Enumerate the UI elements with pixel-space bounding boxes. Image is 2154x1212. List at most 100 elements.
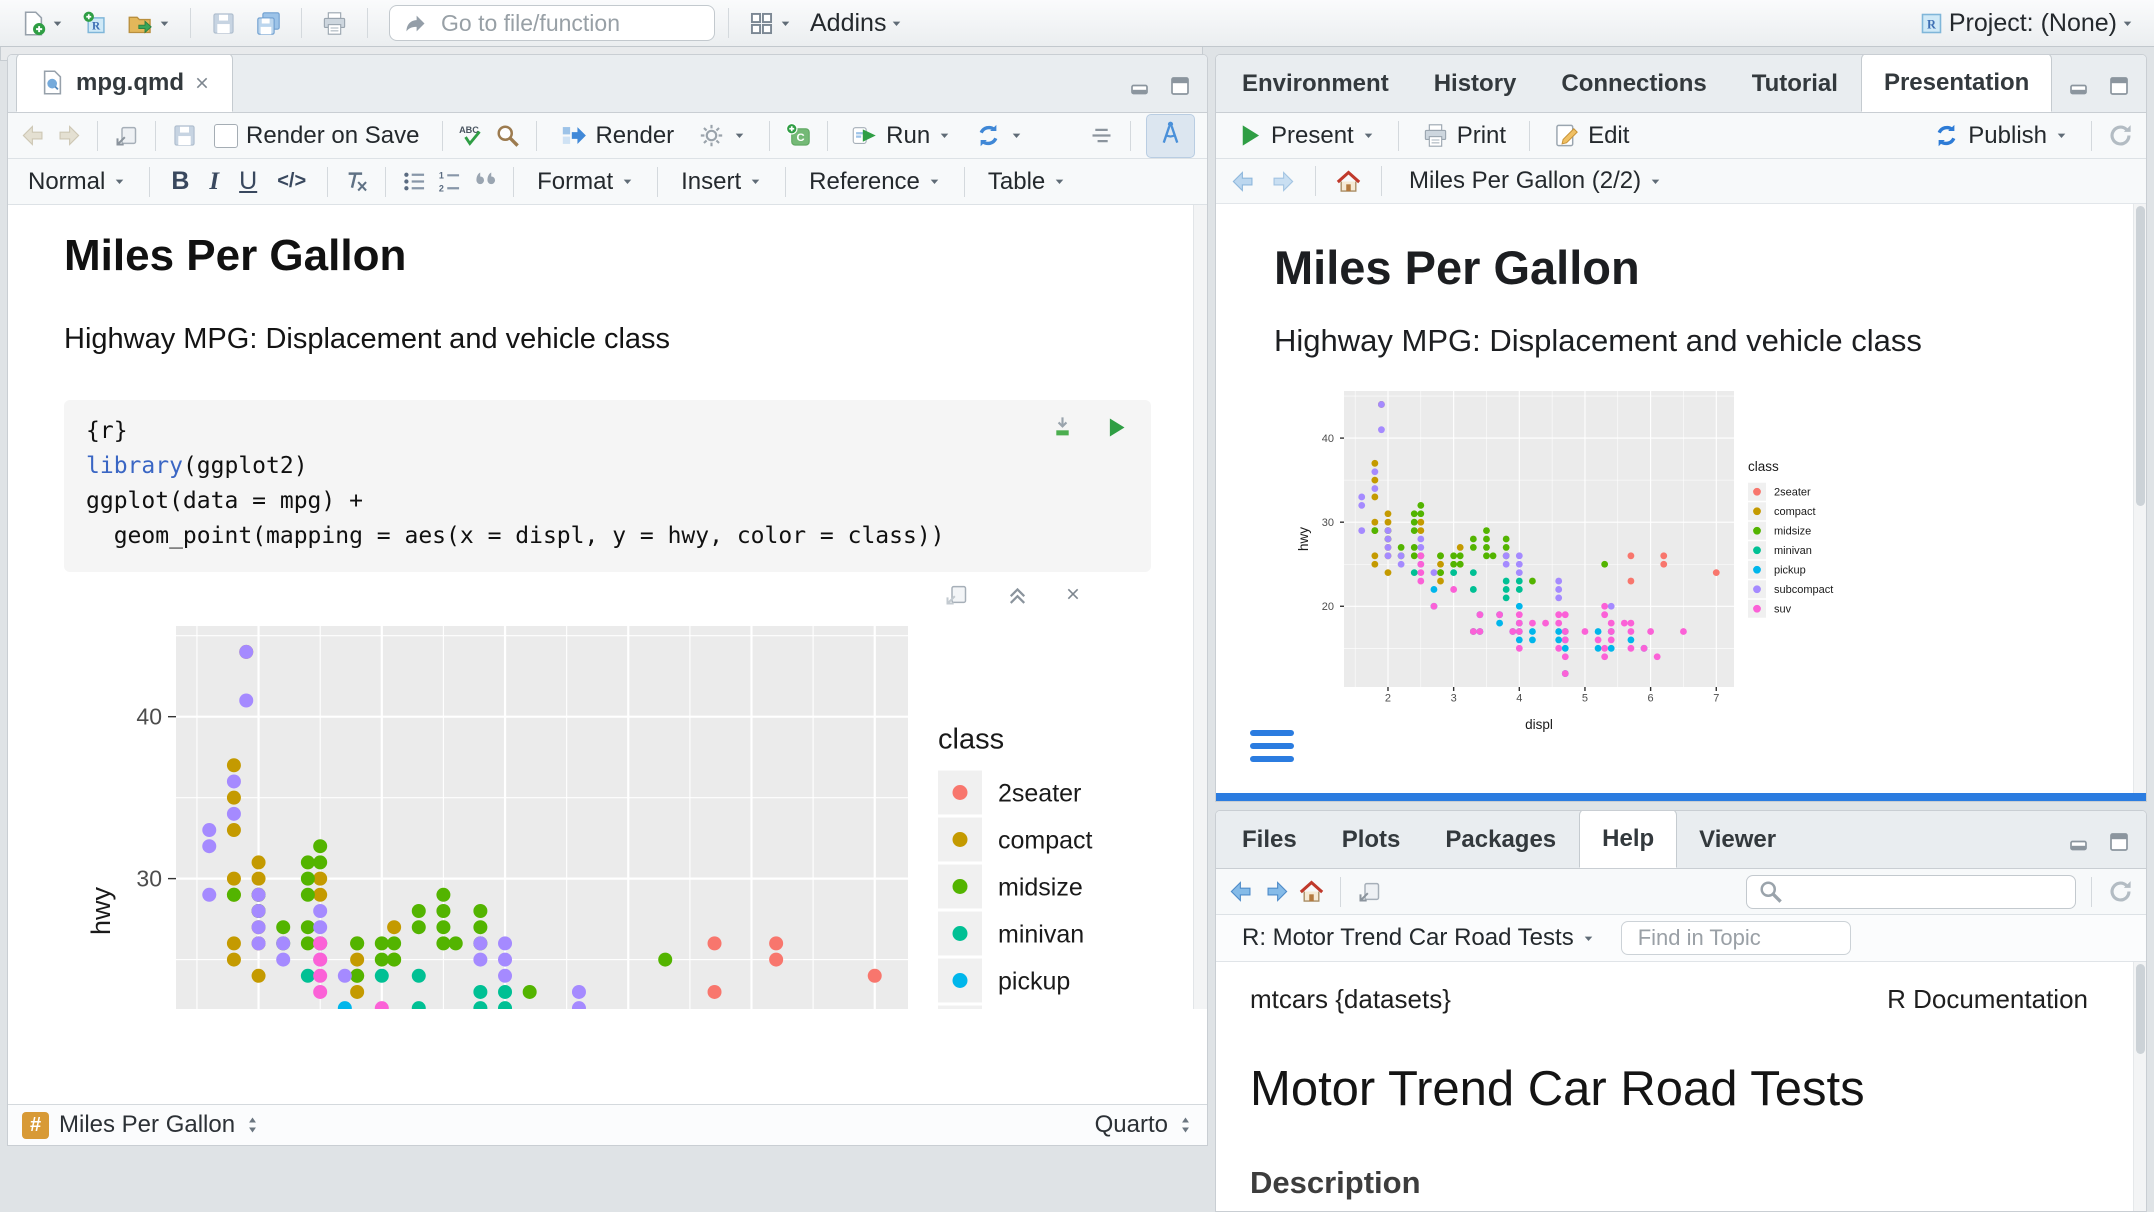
slide-title: Miles Per Gallon xyxy=(1216,204,2146,295)
r-code-chunk[interactable]: {r} library(ggplot2)ggplot(data = mpg) +… xyxy=(64,400,1151,572)
slide-menu-button[interactable] xyxy=(1250,730,1294,762)
reference-menu[interactable]: Reference xyxy=(801,166,949,198)
open-in-window-icon[interactable] xyxy=(113,122,140,149)
show-in-window-icon[interactable] xyxy=(1356,878,1383,905)
italic-button[interactable]: I xyxy=(203,168,225,196)
tab-viewer[interactable]: Viewer xyxy=(1677,811,1799,868)
table-menu[interactable]: Table xyxy=(980,166,1074,198)
editor-status-bar: # Miles Per Gallon Quarto xyxy=(8,1104,1207,1145)
chevron-down-icon xyxy=(938,129,951,142)
maximize-pane-icon[interactable] xyxy=(2106,830,2130,854)
tab-connections[interactable]: Connections xyxy=(1539,55,1729,112)
code-format-button[interactable]: </> xyxy=(271,170,312,193)
numbered-list-icon[interactable]: 12 xyxy=(436,168,463,195)
svg-text:minivan: minivan xyxy=(998,921,1084,949)
document-editor[interactable]: Miles Per Gallon Highway MPG: Displaceme… xyxy=(8,205,1207,1009)
bold-button[interactable]: B xyxy=(165,167,195,196)
present-button[interactable]: Present xyxy=(1228,120,1383,152)
tab-tutorial[interactable]: Tutorial xyxy=(1730,55,1861,112)
insert-label: Insert xyxy=(681,168,741,196)
run-button[interactable]: Run xyxy=(843,120,959,152)
help-topic-selector[interactable]: R: Motor Trend Car Road Tests xyxy=(1234,922,1603,954)
clear-output-icon[interactable] xyxy=(1065,586,1081,602)
run-chunk-icon[interactable] xyxy=(1102,414,1129,441)
rerun-button[interactable] xyxy=(967,120,1031,151)
forward-icon[interactable] xyxy=(55,122,82,149)
paragraph-style-select[interactable]: Normal xyxy=(20,166,134,198)
help-document[interactable]: mtcars {datasets} R Documentation Motor … xyxy=(1216,962,2146,1212)
presentation-slide[interactable]: Miles Per Gallon Highway MPG: Displaceme… xyxy=(1216,204,2146,796)
svg-text:2seater: 2seater xyxy=(1774,487,1811,499)
clear-formatting-icon[interactable] xyxy=(343,168,370,195)
spellcheck-icon[interactable]: ABC xyxy=(458,123,486,149)
visual-editor-toggle[interactable] xyxy=(1146,114,1195,158)
minimize-pane-icon[interactable] xyxy=(2068,74,2092,98)
home-icon[interactable] xyxy=(1298,878,1325,905)
format-menu[interactable]: Format xyxy=(529,166,642,198)
project-menu[interactable]: R Project: (None) xyxy=(1912,6,2140,41)
new-file-button[interactable] xyxy=(14,7,70,40)
publish-button[interactable]: Publish xyxy=(1925,120,2076,152)
close-icon[interactable] xyxy=(194,75,210,91)
home-icon[interactable] xyxy=(1335,168,1362,195)
goto-arrow-icon xyxy=(402,10,429,37)
minimize-pane-icon[interactable] xyxy=(2068,830,2092,854)
render-settings-button[interactable] xyxy=(690,120,754,151)
render-button[interactable]: Render xyxy=(552,120,682,152)
insert-chunk-icon[interactable]: C xyxy=(785,122,812,149)
tab-mpg-qmd[interactable]: mpg.qmd xyxy=(16,54,233,112)
goto-file-search[interactable] xyxy=(389,5,715,41)
blockquote-icon[interactable] xyxy=(471,168,498,195)
minimize-pane-icon[interactable] xyxy=(1129,74,1153,98)
help-search-input[interactable] xyxy=(1792,878,2084,906)
slide-navigator[interactable]: Miles Per Gallon (2/2) xyxy=(1401,165,1670,197)
find-in-topic-input[interactable] xyxy=(1621,921,1851,955)
refresh-icon[interactable] xyxy=(2107,122,2134,149)
forward-icon[interactable] xyxy=(1269,168,1296,195)
print-presentation-button[interactable]: Print xyxy=(1414,120,1514,152)
tab-plots[interactable]: Plots xyxy=(1320,811,1424,868)
show-in-window-icon[interactable] xyxy=(943,581,970,608)
back-icon[interactable] xyxy=(1230,168,1257,195)
render-on-save-toggle[interactable]: Render on Save xyxy=(206,120,427,152)
tab-environment[interactable]: Environment xyxy=(1220,55,1412,112)
help-scrollbar[interactable] xyxy=(2133,962,2146,1212)
addins-menu[interactable]: Addins xyxy=(804,6,909,41)
outline-toggle-icon[interactable] xyxy=(1088,122,1115,149)
collapse-output-icon[interactable] xyxy=(1004,581,1031,608)
presentation-scrollbar[interactable] xyxy=(2133,204,2146,796)
source-toolbar: Render on Save ABC Render C Run xyxy=(8,113,1207,159)
render-on-save-checkbox[interactable] xyxy=(214,124,238,148)
print-button[interactable] xyxy=(315,7,354,40)
save-icon[interactable] xyxy=(171,122,198,149)
save-all-button[interactable] xyxy=(249,7,288,40)
render-icon xyxy=(560,122,587,149)
goto-file-input[interactable] xyxy=(439,9,673,38)
tab-help[interactable]: Help xyxy=(1579,810,1677,868)
run-chunks-above-icon[interactable] xyxy=(1049,414,1076,441)
new-project-button[interactable]: R xyxy=(76,7,115,40)
back-icon[interactable] xyxy=(20,122,47,149)
forward-icon[interactable] xyxy=(1263,878,1290,905)
back-icon[interactable] xyxy=(1228,878,1255,905)
chevron-down-icon xyxy=(158,17,171,30)
workspace-panes-button[interactable] xyxy=(742,7,798,40)
editor-scrollbar[interactable] xyxy=(1193,205,1207,1009)
maximize-pane-icon[interactable] xyxy=(2106,74,2130,98)
tab-packages[interactable]: Packages xyxy=(1423,811,1579,868)
save-button[interactable] xyxy=(204,7,243,40)
open-file-button[interactable] xyxy=(121,7,177,40)
editor-mode-selector[interactable]: Quarto xyxy=(1095,1111,1168,1139)
tab-presentation[interactable]: Presentation xyxy=(1861,54,2052,112)
help-search-box[interactable] xyxy=(1746,875,2076,909)
tab-files[interactable]: Files xyxy=(1220,811,1320,868)
find-replace-icon[interactable] xyxy=(494,122,521,149)
insert-menu[interactable]: Insert xyxy=(673,166,770,198)
underline-button[interactable]: U xyxy=(233,167,263,196)
maximize-pane-icon[interactable] xyxy=(1167,74,1191,98)
section-navigator[interactable]: Miles Per Gallon xyxy=(59,1111,235,1139)
edit-presentation-button[interactable]: Edit xyxy=(1545,120,1637,152)
refresh-icon[interactable] xyxy=(2107,878,2134,905)
bullet-list-icon[interactable] xyxy=(401,168,428,195)
tab-history[interactable]: History xyxy=(1412,55,1540,112)
